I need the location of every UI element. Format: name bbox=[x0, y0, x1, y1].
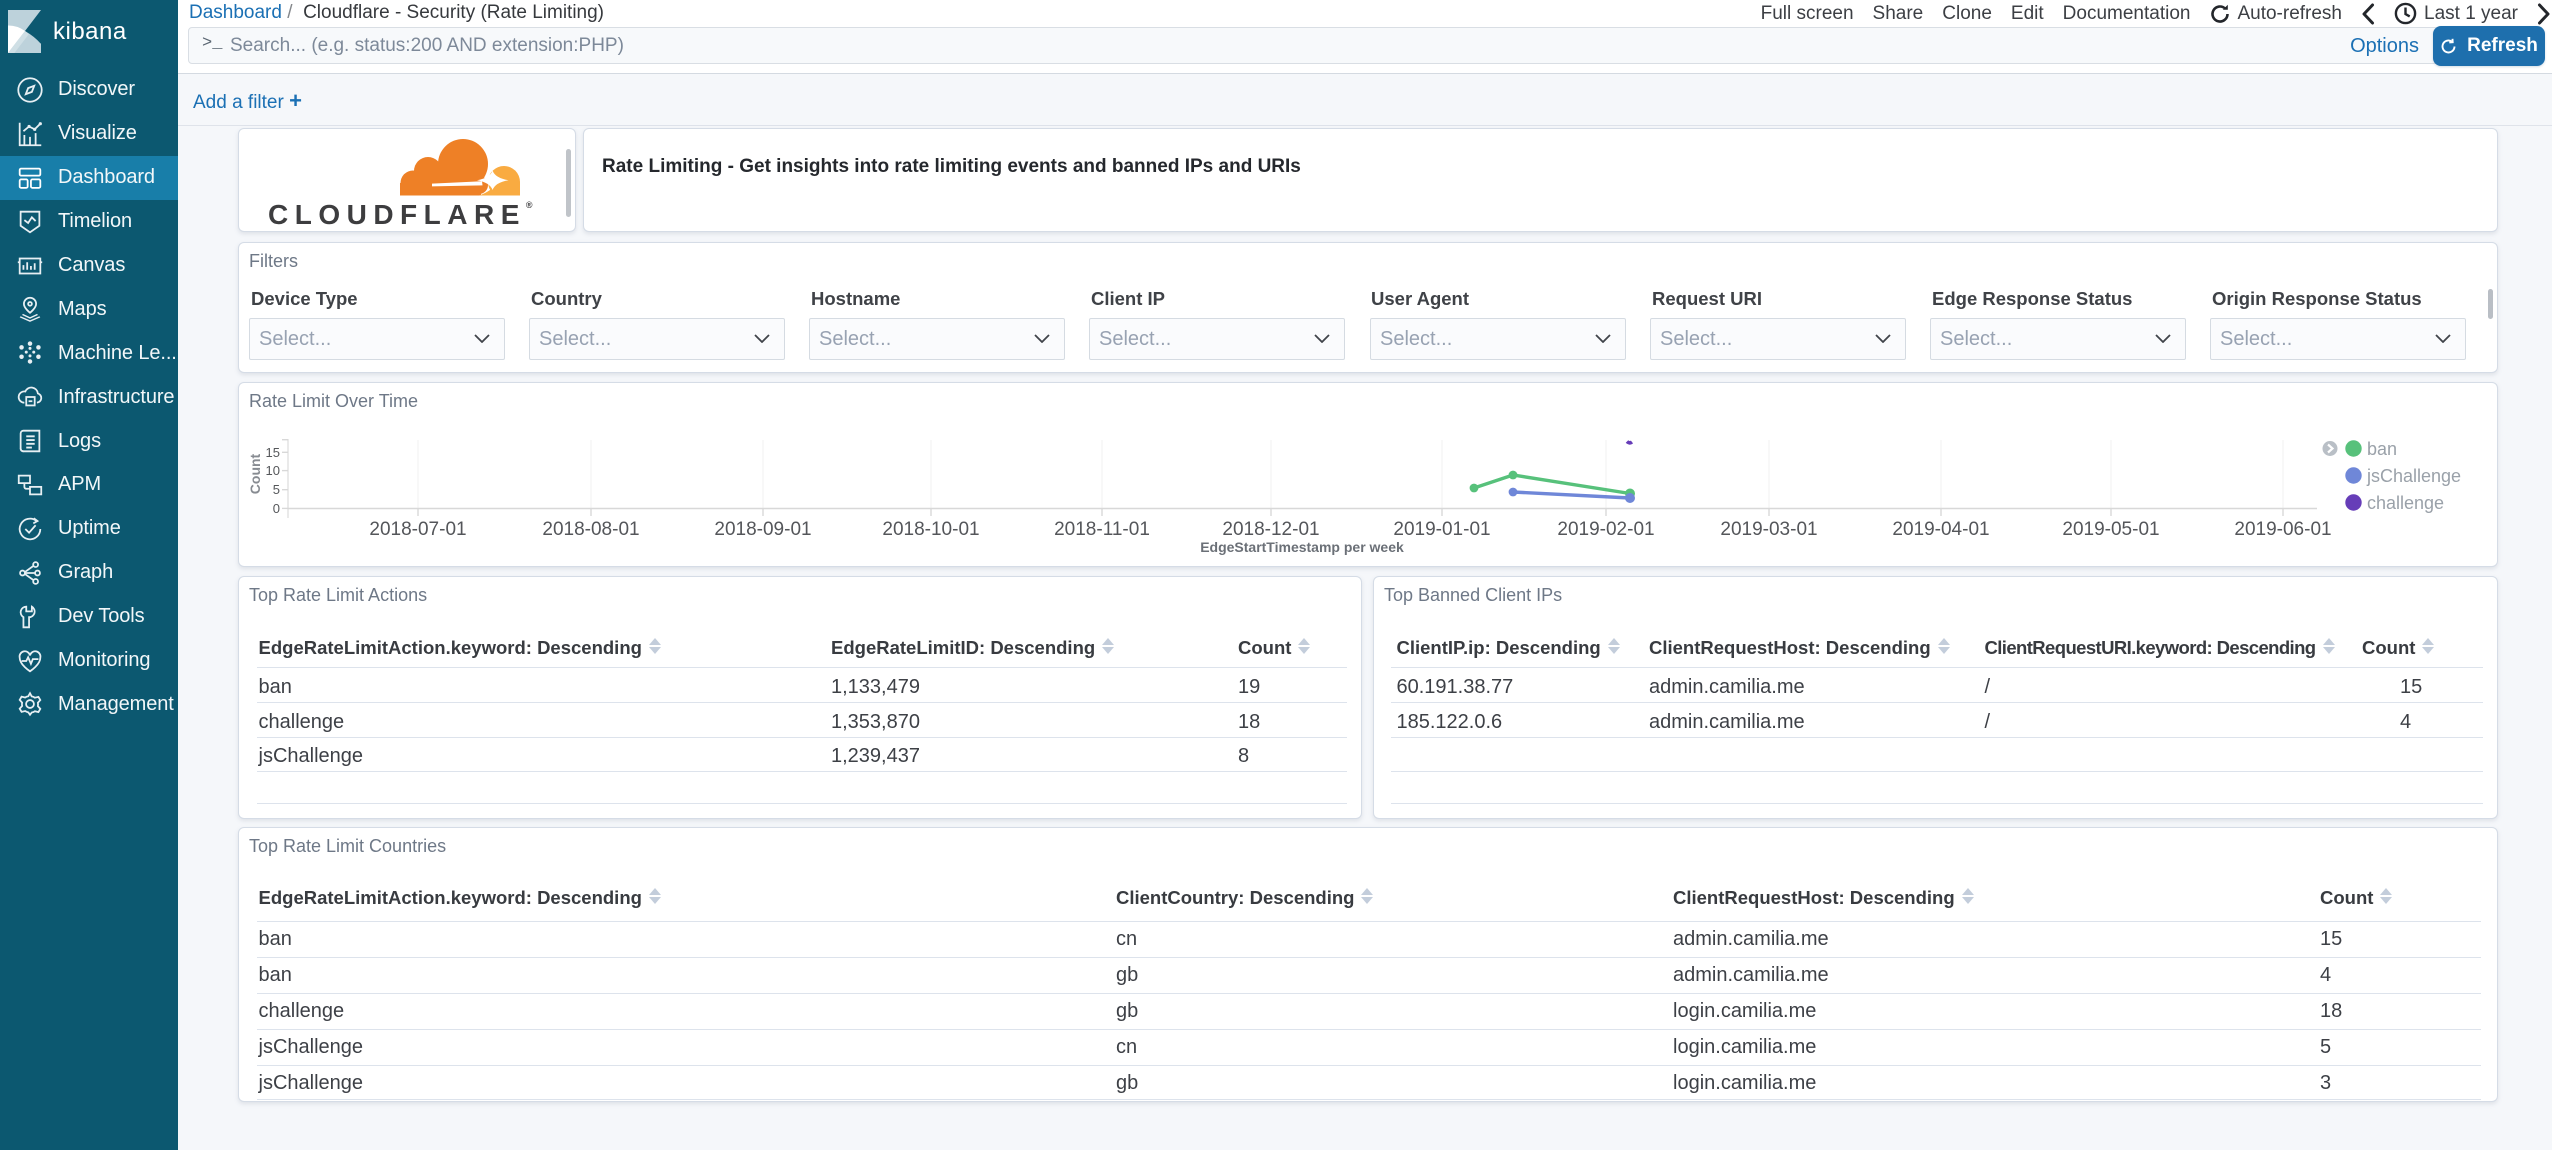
svg-text:EdgeStartTimestamp per week: EdgeStartTimestamp per week bbox=[1200, 539, 1404, 555]
svg-text:2018-07-01: 2018-07-01 bbox=[369, 519, 466, 540]
svg-text:2019-06-01: 2019-06-01 bbox=[2234, 519, 2331, 540]
svg-text:ban: ban bbox=[2367, 439, 2397, 459]
svg-text:Count: Count bbox=[247, 453, 263, 494]
svg-text:5: 5 bbox=[273, 482, 280, 497]
svg-text:0: 0 bbox=[273, 501, 280, 516]
svg-text:2018-11-01: 2018-11-01 bbox=[1054, 519, 1150, 540]
svg-text:2019-04-01: 2019-04-01 bbox=[1892, 519, 1989, 540]
svg-text:10: 10 bbox=[266, 463, 280, 478]
svg-text:15: 15 bbox=[266, 445, 280, 460]
svg-text:2018-08-01: 2018-08-01 bbox=[542, 519, 639, 540]
svg-text:2019-01-01: 2019-01-01 bbox=[1393, 519, 1490, 540]
svg-text:2018-09-01: 2018-09-01 bbox=[714, 519, 811, 540]
svg-text:2019-03-01: 2019-03-01 bbox=[1720, 519, 1817, 540]
svg-text:2019-05-01: 2019-05-01 bbox=[2062, 519, 2159, 540]
svg-text:challenge: challenge bbox=[2367, 493, 2444, 513]
svg-text:2018-10-01: 2018-10-01 bbox=[882, 519, 979, 540]
svg-text:jsChallenge: jsChallenge bbox=[2366, 466, 2461, 486]
svg-text:2018-12-01: 2018-12-01 bbox=[1222, 519, 1319, 540]
svg-text:2019-02-01: 2019-02-01 bbox=[1557, 519, 1654, 540]
